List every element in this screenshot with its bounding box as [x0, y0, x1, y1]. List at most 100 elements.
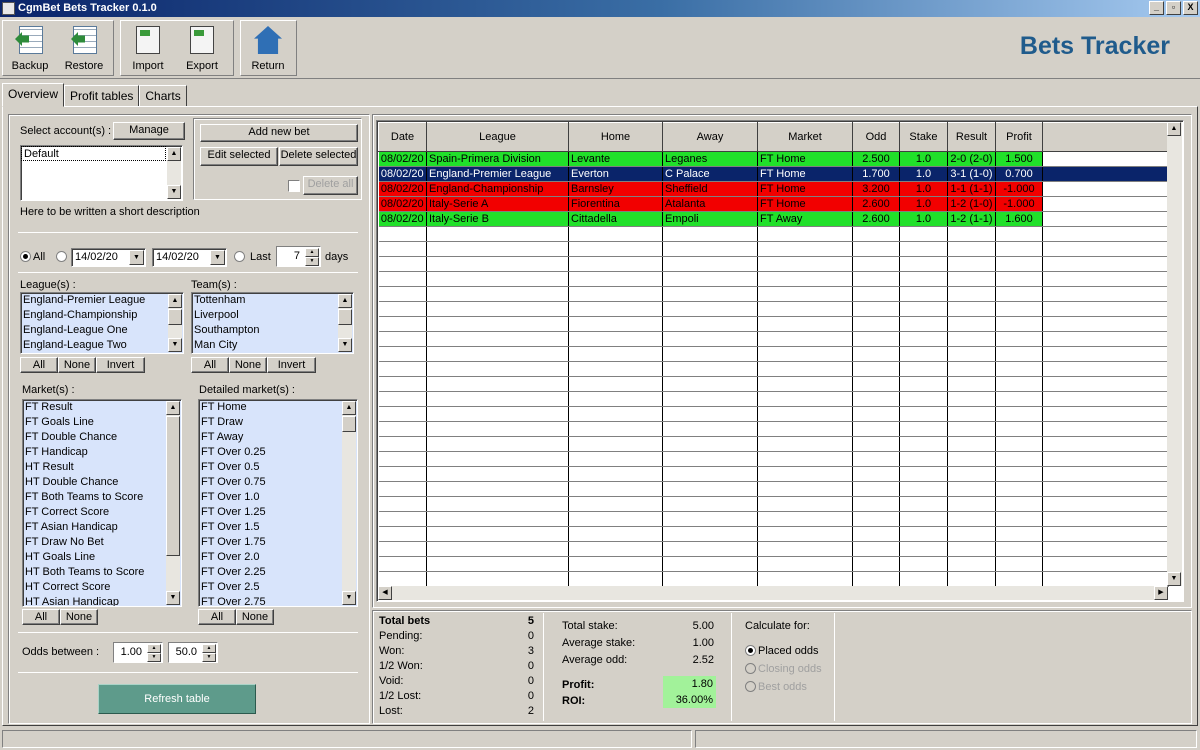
table-cell[interactable] — [378, 226, 427, 242]
table-cell[interactable] — [995, 346, 1043, 362]
table-cell[interactable] — [662, 496, 758, 512]
table-cell[interactable] — [568, 511, 663, 527]
table-vscrollbar[interactable]: ▲ ▼ — [1167, 122, 1182, 586]
scroll-down-icon[interactable]: ▼ — [166, 591, 180, 605]
table-cell[interactable] — [1042, 526, 1169, 542]
table-cell[interactable] — [662, 571, 758, 587]
table-cell[interactable] — [378, 571, 427, 587]
table-cell[interactable] — [568, 316, 663, 332]
table-cell[interactable] — [899, 556, 948, 572]
table-cell[interactable] — [947, 316, 996, 332]
table-cell[interactable]: FT Home — [757, 166, 853, 182]
table-cell[interactable] — [426, 301, 569, 317]
table-cell[interactable] — [995, 421, 1043, 437]
table-cell[interactable]: Italy-Serie B — [426, 211, 569, 227]
account-scrollbar[interactable]: ▲ ▼ — [167, 147, 181, 199]
table-cell[interactable] — [852, 226, 900, 242]
empty-row[interactable] — [378, 436, 1169, 452]
table-cell[interactable] — [568, 421, 663, 437]
table-cell[interactable] — [757, 301, 853, 317]
table-cell[interactable]: 08/02/20 — [378, 211, 427, 227]
table-cell[interactable]: FT Home — [757, 151, 853, 167]
table-cell[interactable] — [757, 286, 853, 302]
table-cell[interactable] — [426, 421, 569, 437]
table-cell[interactable]: 1-1 (1-1) — [947, 181, 996, 197]
market-item[interactable]: FT Correct Score — [23, 505, 181, 520]
empty-row[interactable] — [378, 556, 1169, 572]
leagues-none-button[interactable]: None — [58, 357, 96, 373]
empty-row[interactable] — [378, 496, 1169, 512]
table-cell[interactable] — [426, 451, 569, 467]
table-cell[interactable] — [378, 541, 427, 557]
table-cell[interactable] — [757, 496, 853, 512]
table-cell[interactable] — [995, 466, 1043, 482]
detailed-all-button[interactable]: All — [198, 609, 236, 625]
table-cell[interactable]: 2-0 (2-0) — [947, 151, 996, 167]
market-item[interactable]: FT Asian Handicap — [23, 520, 181, 535]
account-item[interactable]: Default — [21, 146, 166, 161]
close-window-button[interactable]: X — [1183, 1, 1198, 15]
table-cell[interactable] — [852, 286, 900, 302]
table-cell[interactable] — [899, 301, 948, 317]
empty-row[interactable] — [378, 541, 1169, 557]
table-cell[interactable] — [568, 541, 663, 557]
column-header[interactable]: League — [426, 122, 569, 152]
table-cell[interactable] — [995, 376, 1043, 392]
markets-scrollbar[interactable]: ▲ ▼ — [166, 401, 180, 605]
empty-row[interactable] — [378, 286, 1169, 302]
table-cell[interactable] — [947, 301, 996, 317]
table-cell[interactable] — [1042, 331, 1169, 347]
table-cell[interactable] — [852, 556, 900, 572]
table-cell[interactable] — [852, 526, 900, 542]
table-cell[interactable] — [1042, 541, 1169, 557]
table-cell[interactable] — [1042, 391, 1169, 407]
table-cell[interactable] — [568, 376, 663, 392]
table-cell[interactable] — [852, 391, 900, 407]
table-cell[interactable] — [757, 376, 853, 392]
table-cell[interactable]: Cittadella — [568, 211, 663, 227]
table-cell[interactable]: 3.200 — [852, 181, 900, 197]
table-cell[interactable] — [378, 271, 427, 287]
markets-all-button[interactable]: All — [22, 609, 60, 625]
column-header[interactable]: Home — [568, 122, 663, 152]
table-cell[interactable] — [995, 556, 1043, 572]
table-cell[interactable]: England-Championship — [426, 181, 569, 197]
table-cell[interactable] — [995, 571, 1043, 587]
table-cell[interactable] — [378, 421, 427, 437]
table-cell[interactable] — [995, 451, 1043, 467]
scroll-down-icon[interactable]: ▼ — [168, 338, 182, 352]
odds-min-stepper[interactable]: 1.00 ▲ ▼ — [113, 642, 163, 663]
detailed-markets-list[interactable]: FT Home FT Draw FT Away FT Over 0.25 FT Over… — [198, 399, 358, 607]
date-to-picker[interactable]: 14/02/20 ▼ — [152, 248, 227, 267]
table-cell[interactable] — [426, 346, 569, 362]
table-cell[interactable] — [757, 361, 853, 377]
table-cell[interactable] — [426, 406, 569, 422]
table-cell[interactable] — [852, 331, 900, 347]
table-cell[interactable] — [1042, 571, 1169, 587]
market-item[interactable]: HT Asian Handicap — [23, 595, 181, 606]
table-cell[interactable] — [757, 316, 853, 332]
table-cell[interactable] — [426, 256, 569, 272]
table-cell[interactable] — [757, 421, 853, 437]
spin-up-icon[interactable]: ▲ — [147, 644, 161, 653]
table-cell[interactable] — [947, 256, 996, 272]
table-cell[interactable] — [1042, 451, 1169, 467]
table-cell[interactable]: 1.700 — [852, 166, 900, 182]
table-cell[interactable] — [899, 286, 948, 302]
date-from-picker[interactable]: 14/02/20 ▼ — [71, 248, 146, 267]
table-cell[interactable] — [947, 376, 996, 392]
market-item[interactable]: FT Handicap — [23, 445, 181, 460]
table-cell[interactable] — [947, 541, 996, 557]
scroll-down-icon[interactable]: ▼ — [167, 185, 181, 199]
scroll-up-icon[interactable]: ▲ — [167, 147, 181, 161]
scroll-up-icon[interactable]: ▲ — [166, 401, 180, 415]
table-cell[interactable] — [757, 511, 853, 527]
table-cell[interactable] — [899, 256, 948, 272]
table-cell[interactable] — [852, 361, 900, 377]
table-cell[interactable] — [662, 346, 758, 362]
table-cell[interactable] — [995, 511, 1043, 527]
table-cell[interactable] — [1042, 226, 1169, 242]
table-cell[interactable] — [426, 286, 569, 302]
table-cell[interactable] — [568, 391, 663, 407]
scroll-right-icon[interactable]: ▶ — [1154, 586, 1168, 600]
